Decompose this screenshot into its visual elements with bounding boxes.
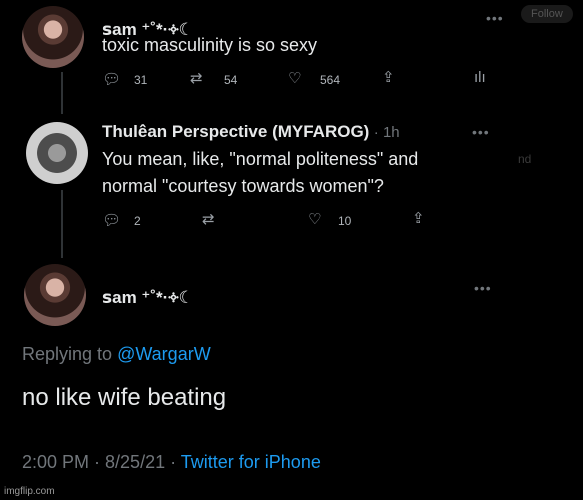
tweet-source-link[interactable]: Twitter for iPhone (181, 452, 321, 472)
retweet-icon[interactable]: ⇄ (190, 69, 203, 87)
replying-to: Replying to @WargarW (22, 344, 211, 365)
share-icon[interactable]: ⇪ (382, 68, 395, 86)
tweet-header: Thulêan Perspective (MYFAROG) · 1h (102, 122, 400, 142)
avatar[interactable] (22, 6, 84, 68)
watermark: imgflip.com (4, 486, 55, 497)
author-name[interactable]: Thulêan Perspective (MYFAROG) (102, 122, 369, 141)
avatar[interactable] (26, 122, 88, 184)
follow-button[interactable]: Follow (521, 5, 573, 23)
analytics-icon[interactable]: ılı (474, 69, 486, 86)
tweet-time[interactable]: · 1h (374, 124, 400, 141)
tweet-timestamp-line: 2:00 PM · 8/25/21 · Twitter for iPhone (22, 452, 321, 473)
more-icon[interactable]: ••• (486, 10, 504, 26)
reply-count: 2 (134, 214, 141, 228)
avatar[interactable] (24, 264, 86, 326)
reply-icon[interactable]: 💬︎ (102, 70, 121, 88)
reply-icon[interactable]: 💬︎ (102, 211, 121, 229)
tweet-actions: 💬︎ 31 ⇄ 54 ♡ 564 ⇪ ılı (102, 68, 502, 90)
thread-line (61, 72, 63, 114)
heart-icon[interactable]: ♡ (288, 69, 301, 87)
reply-count: 31 (134, 73, 148, 87)
tweet-text: no like wife beating (22, 384, 227, 411)
like-count: 10 (338, 214, 352, 228)
tweet-text: toxic masculinity is so sexy (102, 35, 318, 55)
tweet-text-line: You mean, like, "normal politeness" and (102, 149, 419, 169)
heart-icon[interactable]: ♡ (308, 210, 321, 228)
background-side-text: nd (518, 152, 532, 166)
more-icon[interactable]: ••• (474, 280, 492, 296)
replying-handle-link[interactable]: @WargarW (117, 344, 211, 364)
tweet-timestamp[interactable]: 2:00 PM · 8/25/21 · (22, 452, 176, 472)
tweet-actions: 💬︎ 2 ⇄ ♡ 10 ⇪ (102, 209, 442, 231)
share-icon[interactable]: ⇪ (412, 209, 425, 227)
replying-prefix: Replying to (22, 344, 113, 364)
retweet-icon[interactable]: ⇄ (202, 210, 215, 228)
like-count: 564 (320, 73, 341, 87)
more-icon[interactable]: ••• (472, 124, 490, 140)
thread-line (61, 190, 63, 258)
author-name[interactable]: ꜱam ⁺˚*·༓☾ (102, 278, 194, 326)
tweet-text-line: normal "courtesy towards women"? (102, 176, 384, 196)
retweet-count: 54 (224, 73, 238, 87)
